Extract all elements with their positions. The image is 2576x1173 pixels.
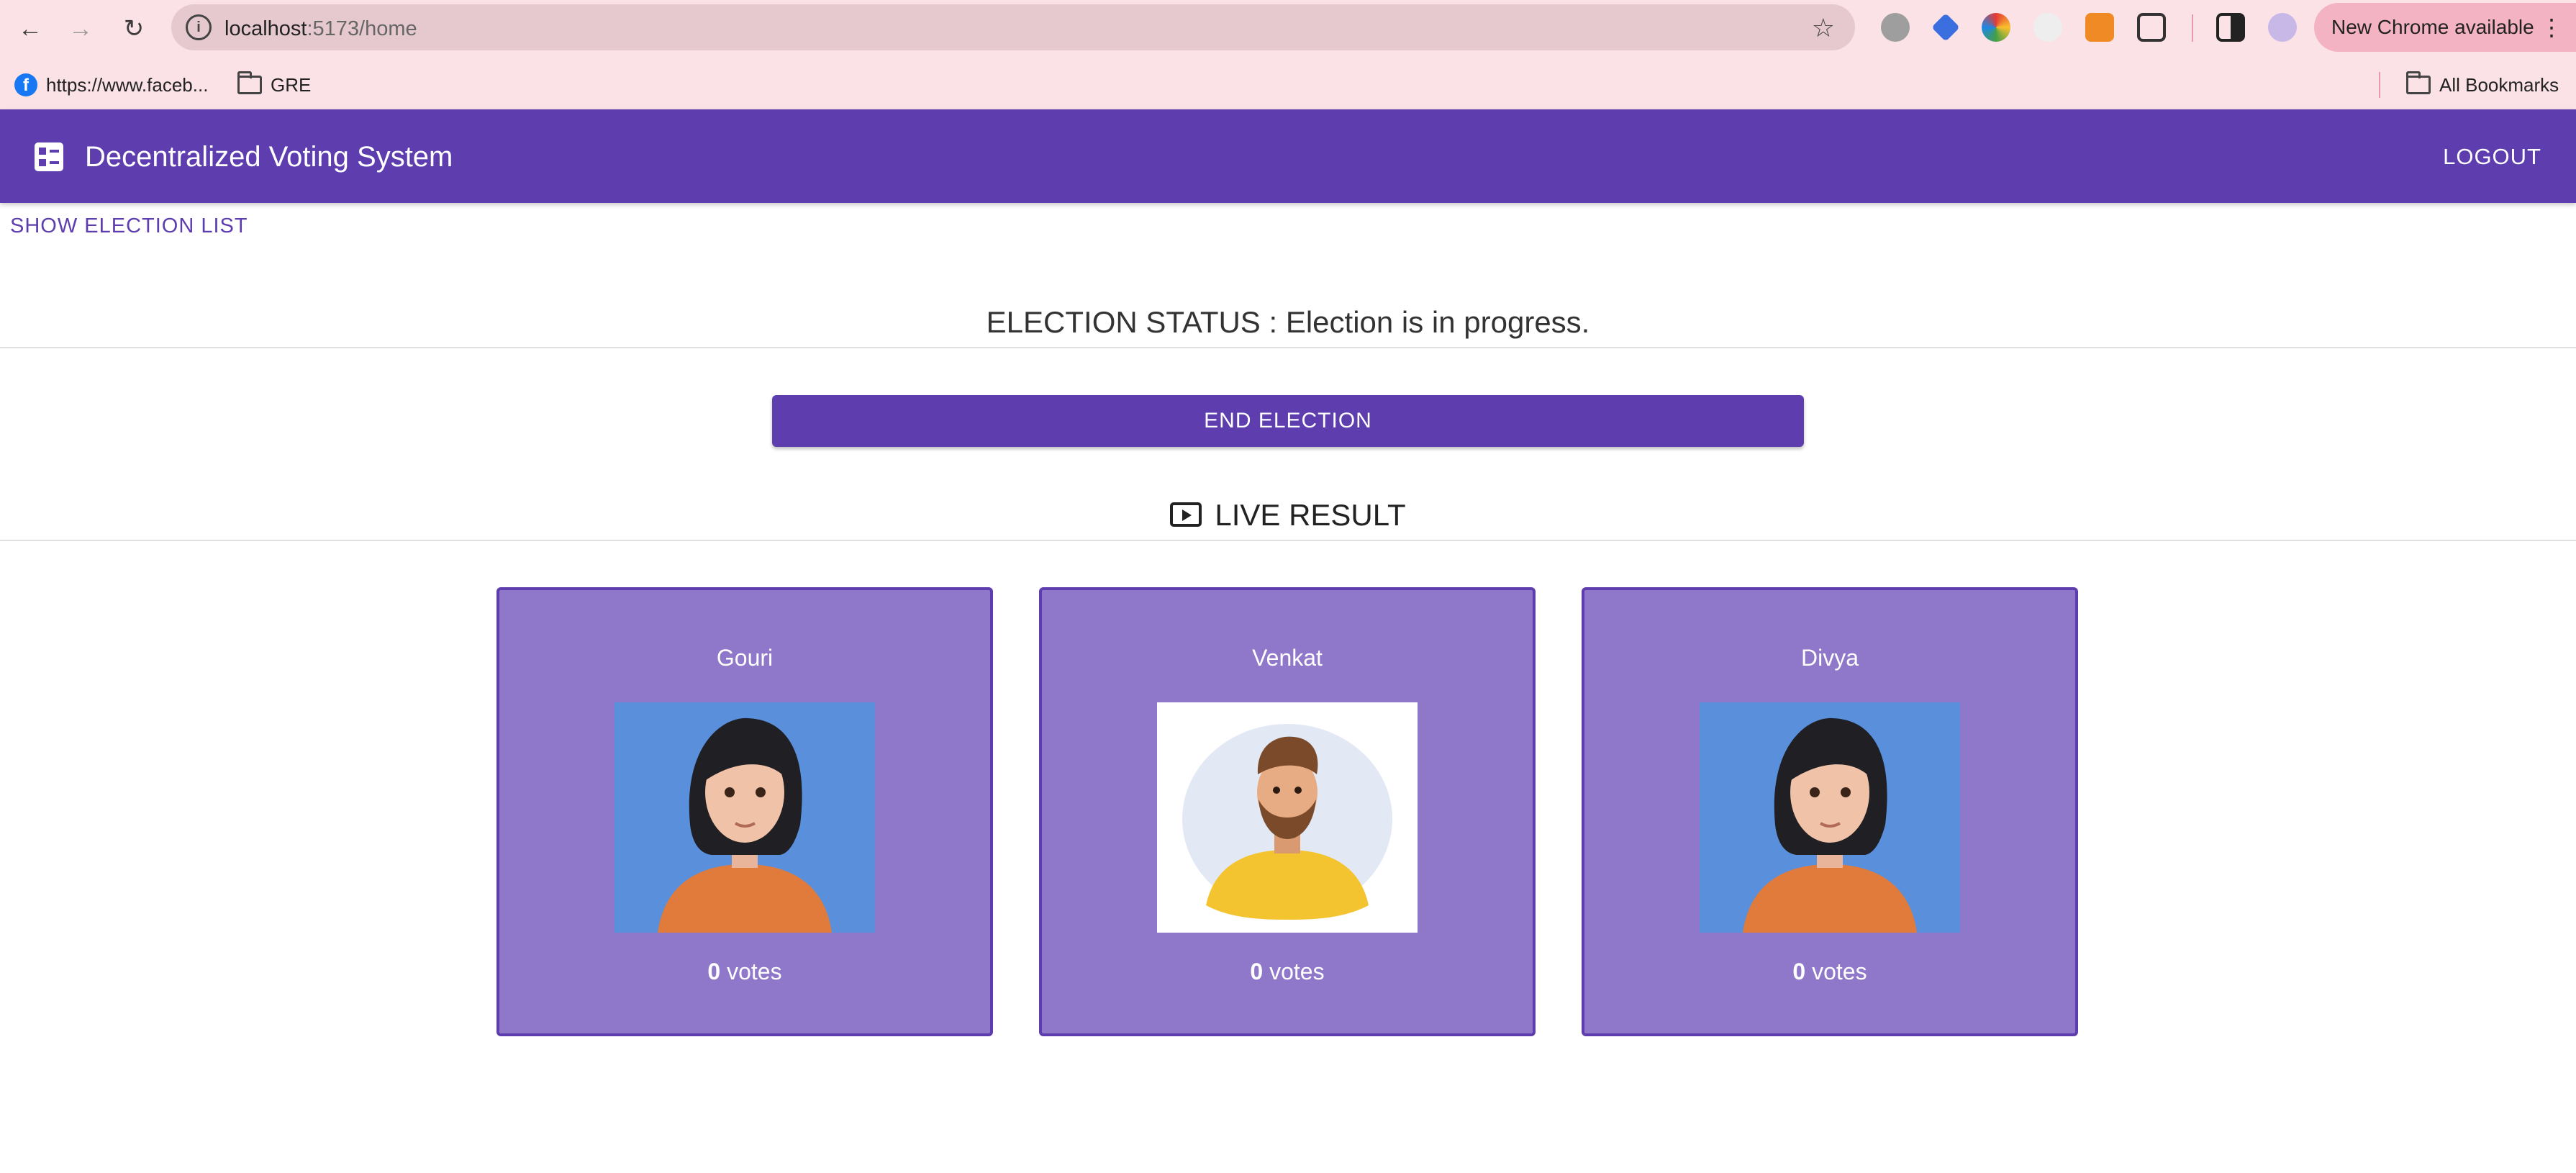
bookmark-gre-folder[interactable]: GRE bbox=[237, 71, 311, 99]
female-avatar-image bbox=[614, 702, 875, 933]
folder-icon bbox=[2406, 71, 2431, 94]
vote-number: 0 bbox=[707, 959, 721, 984]
app-title: Decentralized Voting System bbox=[85, 141, 453, 173]
color-wheel-extension-icon[interactable] bbox=[1982, 13, 2010, 42]
site-info-icon[interactable]: i bbox=[186, 14, 212, 40]
diamond-extension-icon[interactable] bbox=[1931, 13, 1960, 42]
votes-label: votes bbox=[1805, 959, 1867, 984]
toolbar-divider bbox=[2192, 14, 2193, 42]
candidate-name: Divya bbox=[1800, 645, 1859, 671]
candidate-card: Divya 0 votes bbox=[1582, 587, 2078, 1036]
vote-number: 0 bbox=[1792, 959, 1806, 984]
live-result-label: LIVE RESULT bbox=[1215, 498, 1406, 532]
bookmark-star-icon[interactable]: ☆ bbox=[1812, 13, 1835, 43]
profile-avatar-icon[interactable] bbox=[2268, 13, 2297, 42]
bookmarks-divider bbox=[2379, 72, 2380, 98]
new-chrome-label: New Chrome available bbox=[2331, 16, 2534, 38]
votes-label: votes bbox=[1263, 959, 1325, 984]
candidate-card: Gouri 0 votes bbox=[496, 587, 993, 1036]
bookmarks-bar: f https://www.faceb... GRE All Bookmarks bbox=[0, 66, 2576, 104]
ghost-extension-icon[interactable] bbox=[2033, 13, 2062, 42]
show-election-list-button[interactable]: SHOW ELECTION LIST bbox=[10, 214, 248, 238]
address-bar[interactable]: i localhost:5173/home ☆ bbox=[171, 4, 1855, 50]
vote-count: 0 votes bbox=[499, 959, 990, 985]
logout-button[interactable]: LOGOUT bbox=[2443, 144, 2541, 170]
vote-number: 0 bbox=[1250, 959, 1264, 984]
ballot-list-icon bbox=[35, 142, 63, 171]
browser-chrome: ← → ↻ i localhost:5173/home ☆ New Chrome… bbox=[0, 0, 2576, 109]
votes-label: votes bbox=[720, 959, 782, 984]
candidate-card: Venkat 0 votes bbox=[1039, 587, 1536, 1036]
folder-icon bbox=[237, 71, 262, 94]
forward-icon[interactable]: → bbox=[62, 10, 99, 47]
toolbar: ← → ↻ i localhost:5173/home ☆ New Chrome… bbox=[0, 0, 2576, 58]
live-tv-icon bbox=[1170, 502, 1202, 527]
status-divider bbox=[0, 347, 2576, 348]
reload-icon[interactable]: ↻ bbox=[115, 10, 153, 47]
app-header: Decentralized Voting System LOGOUT bbox=[0, 109, 2576, 203]
bookmark-label: GRE bbox=[271, 73, 312, 96]
election-status: ELECTION STATUS : Election is in progres… bbox=[986, 305, 1590, 339]
url-text[interactable]: localhost:5173/home bbox=[225, 17, 417, 41]
candidate-name: Venkat bbox=[1252, 645, 1323, 671]
bookmark-label: https://www.faceb... bbox=[46, 73, 209, 96]
male-avatar-image bbox=[1157, 702, 1418, 933]
all-bookmarks-button[interactable]: All Bookmarks bbox=[2406, 71, 2559, 99]
candidate-name: Gouri bbox=[716, 645, 774, 671]
facebook-icon: f bbox=[14, 73, 37, 96]
vote-count: 0 votes bbox=[1042, 959, 1533, 985]
extensions-puzzle-icon[interactable] bbox=[2137, 13, 2166, 42]
live-result-divider bbox=[0, 540, 2576, 541]
all-bookmarks-label: All Bookmarks bbox=[2439, 73, 2559, 96]
end-election-button[interactable]: END ELECTION bbox=[772, 395, 1804, 447]
new-chrome-available-button[interactable]: New Chrome available ⋮ bbox=[2314, 3, 2576, 52]
female-avatar-image bbox=[1700, 702, 1960, 933]
more-menu-icon[interactable]: ⋮ bbox=[2540, 3, 2563, 52]
vote-count: 0 votes bbox=[1584, 959, 2075, 985]
bookmark-facebook[interactable]: f https://www.faceb... bbox=[14, 71, 208, 99]
metamask-fox-icon[interactable] bbox=[2085, 13, 2114, 42]
bug-extension-icon[interactable] bbox=[1881, 13, 1910, 42]
live-result-heading: LIVE RESULT bbox=[0, 498, 2576, 533]
side-panel-icon[interactable] bbox=[2216, 13, 2245, 42]
back-icon[interactable]: ← bbox=[12, 10, 49, 47]
